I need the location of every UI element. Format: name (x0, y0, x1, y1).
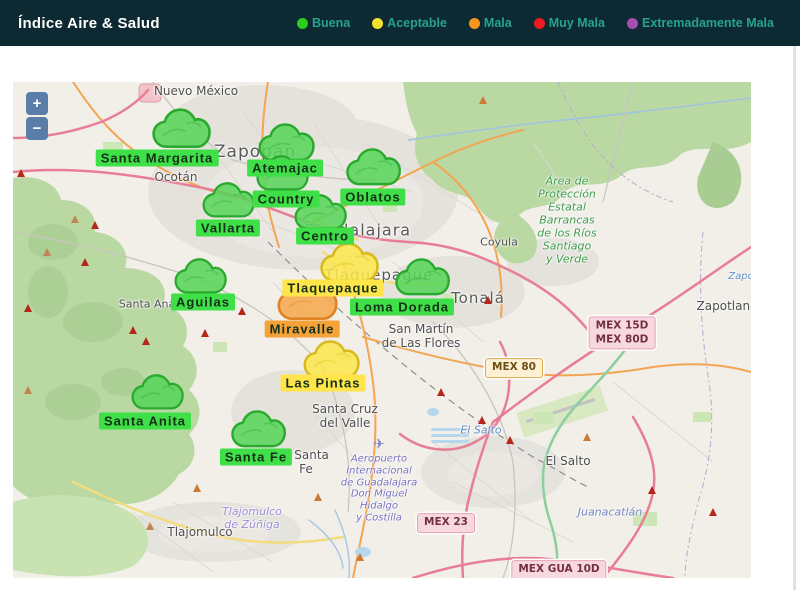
station-cloud-icon[interactable] (130, 373, 186, 418)
station-label[interactable]: Aguilas (171, 293, 235, 311)
legend-item: Extremadamente Mala (626, 16, 774, 30)
peak-icon (484, 296, 492, 304)
station-label[interactable]: Vallarta (195, 219, 261, 237)
air-quality-app: Índice Aire & Salud Buena Aceptable Mala Mu… (0, 0, 800, 590)
scrollbar[interactable] (793, 46, 796, 590)
peak-icon (24, 304, 32, 312)
legend-label: Mala (483, 16, 512, 30)
legend-dot-icon (533, 17, 545, 29)
map-place-label: Tlajomulco de Zúñiga (222, 505, 282, 531)
peak-icon (146, 522, 154, 530)
map-place-label: Juanacatlán (577, 505, 643, 519)
station-label[interactable]: Centro (296, 227, 354, 245)
air-quality-legend: Buena Aceptable Mala Muy Mala Extremadamente… (296, 16, 774, 30)
map-place-label: Área de Protección Estatal Barrancas de los … (537, 174, 597, 266)
legend-item: Buena (296, 16, 351, 30)
legend-dot-icon (296, 17, 308, 29)
peak-icon (81, 258, 89, 266)
app-title: Índice Aire & Salud (18, 14, 160, 32)
peak-icon (583, 433, 591, 441)
zoom-control: + − (26, 92, 48, 140)
peak-icon (17, 169, 25, 177)
legend-item: Muy Mala (533, 16, 605, 30)
station-label[interactable]: Oblatos (340, 188, 406, 206)
peak-icon (506, 436, 514, 444)
legend-dot-icon (626, 17, 638, 29)
map-place-label: Ocotán (154, 169, 198, 184)
station-cloud-icon[interactable] (345, 147, 403, 194)
peak-icon (91, 221, 99, 229)
station-label[interactable]: Santa Margarita (95, 149, 219, 167)
map-place-label: Zapotlane (696, 298, 751, 313)
peak-icon (201, 329, 209, 337)
map-place-label: Nuevo México (153, 83, 239, 98)
legend-dot-icon (468, 17, 480, 29)
peak-icon (238, 307, 246, 315)
station-cloud-icon[interactable] (394, 257, 452, 304)
peak-icon (193, 484, 201, 492)
map[interactable]: Nuevo México Zapopan Ocotán Guadalajara Tlaq… (13, 82, 751, 578)
legend-label: Buena (311, 16, 351, 30)
station-label[interactable]: Country (252, 190, 320, 208)
peak-icon (709, 508, 717, 516)
station-label[interactable]: Tlaquepaque (282, 279, 384, 297)
map-place-label: El Salto (460, 423, 502, 437)
map-place-label: San Martín de Las Flores (381, 321, 461, 350)
peak-icon (478, 416, 486, 424)
peak-icon (314, 493, 322, 501)
station-label[interactable]: Las Pintas (280, 374, 366, 392)
peak-icon (24, 386, 32, 394)
peak-icon (356, 553, 364, 561)
station-label[interactable]: Santa Anita (98, 412, 192, 430)
map-place-label: Coyula (480, 235, 518, 249)
road-shield: MEX 15D MEX 80D (588, 316, 656, 350)
legend-item: Mala (468, 16, 512, 30)
header: Índice Aire & Salud Buena Aceptable Mala Mu… (0, 0, 800, 46)
road-shield: MEX GUA 10D (511, 560, 607, 578)
zoom-in-button[interactable]: + (26, 92, 48, 115)
road-shield: MEX 23 (417, 513, 475, 533)
map-place-label: Aeropuerto Internacional de Guadalajara Don… (340, 453, 418, 524)
station-label[interactable]: Atemajac (247, 159, 323, 177)
peak-icon (71, 215, 79, 223)
peak-icon (437, 388, 445, 396)
station-label[interactable]: Miravalle (264, 320, 340, 338)
legend-dot-icon (372, 17, 384, 29)
map-place-label: El Salto (545, 453, 591, 468)
airport-icon: ✈ (373, 435, 385, 452)
zoom-out-button[interactable]: − (26, 117, 48, 140)
legend-label: Extremadamente Mala (641, 16, 774, 30)
legend-item: Aceptable (372, 16, 447, 30)
peak-icon (142, 337, 150, 345)
road-shield: MEX 80 (485, 358, 543, 378)
map-place-label: Tonalá (451, 289, 505, 308)
map-layers: Nuevo México Zapopan Ocotán Guadalajara Tlaq… (13, 82, 751, 578)
peak-icon (479, 96, 487, 104)
map-place-label: Zapo (728, 271, 751, 283)
legend-label: Muy Mala (548, 16, 605, 30)
legend-label: Aceptable (387, 16, 447, 30)
peak-icon (129, 326, 137, 334)
peak-icon (43, 248, 51, 256)
station-label[interactable]: Santa Fe (219, 448, 293, 466)
station-label[interactable]: Loma Dorada (349, 298, 455, 316)
map-place-label: Santa Cruz del Valle (312, 401, 378, 430)
peak-icon (648, 486, 656, 494)
map-place-label: Santa Ana (118, 297, 176, 311)
